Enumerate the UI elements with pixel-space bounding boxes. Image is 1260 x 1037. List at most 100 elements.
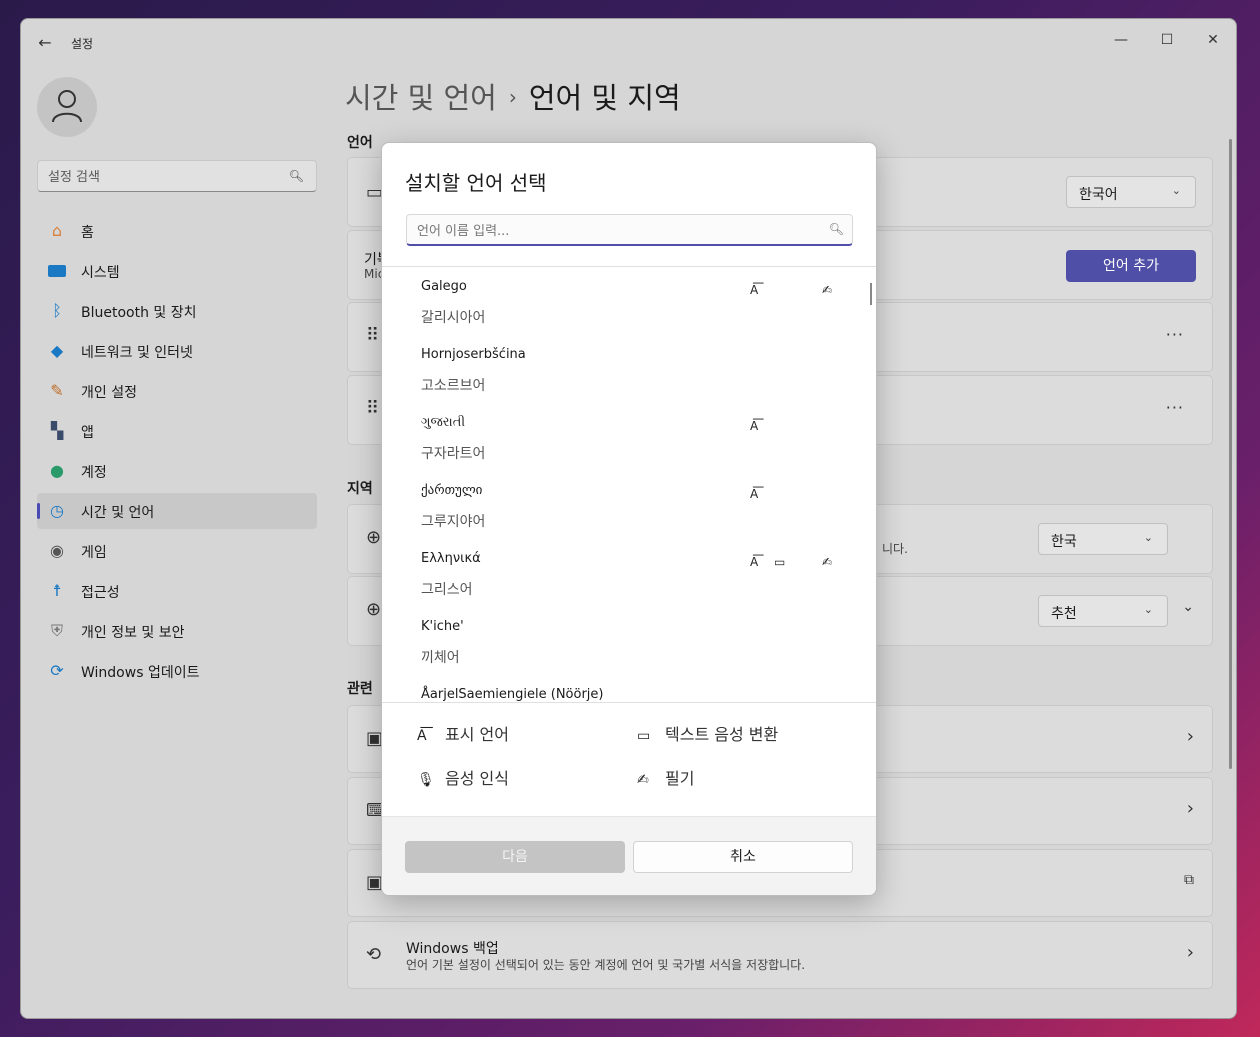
list-item[interactable]: ქართული 그루지야어 A͞ — [382, 471, 876, 539]
language-native-name: ქართული — [421, 483, 483, 498]
chevron-right-icon: › — [1186, 726, 1194, 747]
language-list[interactable]: Galego 갈리시아어 A͞ ✍ Hornjoserbšćina 고소르브어 … — [382, 266, 876, 703]
settings-search[interactable]: 🔍︎ — [37, 160, 317, 192]
language-native-name: ÅarjelSaemiengiele (Nöörje) — [421, 687, 604, 702]
display-language-icon: A͞ — [417, 728, 427, 744]
maximize-button[interactable]: ☐ — [1144, 25, 1190, 55]
shield-icon: ⛨ — [50, 621, 63, 640]
drag-handle-icon[interactable]: ⠿ — [366, 325, 379, 346]
country-region-desc: 니다. — [882, 542, 908, 556]
cancel-button[interactable]: 취소 — [633, 841, 853, 873]
close-button[interactable]: ✕ — [1190, 25, 1236, 55]
next-button[interactable]: 다음 — [405, 841, 625, 873]
legend-label: 텍스트 음성 변환 — [665, 725, 779, 744]
legend-text-to-speech: ▭ 텍스트 음성 변환 — [637, 721, 778, 745]
update-icon: ⟳ — [50, 661, 64, 680]
display-language-icon: A͞ — [750, 487, 759, 501]
add-language-button[interactable]: 언어 추가 — [1066, 250, 1196, 282]
sidebar-item-windows-update[interactable]: ⟳ Windows 업데이트 — [37, 653, 317, 689]
language-native-name: Galego — [421, 279, 467, 294]
wifi-icon: ◆ — [50, 341, 64, 360]
handwriting-icon: ✍ — [822, 555, 833, 569]
choose-language-dialog: 설치할 언어 선택 🔍︎ Galego 갈리시아어 A͞ ✍ Hornjoser… — [381, 142, 877, 896]
format-dropdown[interactable]: 추천 ⌄ — [1038, 595, 1168, 627]
language-search[interactable]: 🔍︎ — [406, 214, 853, 246]
sidebar-item-label: 시간 및 언어 — [81, 505, 155, 521]
sidebar-item-label: Windows 업데이트 — [81, 665, 200, 681]
system-icon — [47, 261, 67, 281]
sidebar-item-system[interactable]: 시스템 — [37, 253, 317, 289]
display-language-icon: A͞ — [750, 283, 759, 297]
list-item[interactable]: K'iche' 끼체어 — [382, 607, 876, 675]
country-dropdown[interactable]: 한국 ⌄ — [1038, 523, 1168, 555]
more-options-icon[interactable]: ··· — [1166, 325, 1184, 344]
language-korean-name: 갈리시아어 — [421, 310, 486, 326]
language-native-name: Hornjoserbšćina — [421, 347, 526, 362]
sidebar-item-label: 개인 설정 — [81, 385, 137, 401]
settings-search-input[interactable] — [48, 167, 278, 187]
minimize-button[interactable]: — — [1098, 25, 1144, 55]
language-native-name: K'iche' — [421, 619, 464, 634]
list-scrollbar[interactable] — [870, 283, 872, 305]
search-icon: 🔍︎ — [828, 222, 844, 236]
accessibility-icon: ☨ — [52, 581, 62, 600]
main-scrollbar[interactable] — [1229, 139, 1232, 769]
breadcrumb: 시간 및 언어 › 언어 및 지역 — [345, 75, 681, 117]
sidebar-item-time-language[interactable]: ◷ 시간 및 언어 — [37, 493, 317, 529]
chevron-right-icon: › — [1186, 942, 1194, 963]
sidebar-item-apps[interactable]: ▚ 앱 — [37, 413, 317, 449]
expand-chevron-icon[interactable]: ⌄ — [1182, 599, 1194, 615]
app-title: 설정 — [71, 37, 94, 51]
section-region-heading: 지역 — [347, 481, 373, 497]
home-icon: ⌂ — [51, 221, 63, 240]
sidebar-item-bluetooth[interactable]: ᛒ Bluetooth 및 장치 — [37, 293, 317, 329]
display-language-value: 한국어 — [1079, 187, 1118, 203]
list-item[interactable]: ÅarjelSaemiengiele (Nöörje) — [382, 675, 876, 702]
country-value: 한국 — [1051, 534, 1077, 550]
language-korean-name: 끼체어 — [421, 650, 460, 666]
globe-icon: ⊕ — [366, 527, 382, 548]
sidebar-nav: ⌂ 홈 시스템 ᛒ Bluetooth 및 장치 ◆ 네트워크 및 인터넷 ✎ … — [37, 213, 317, 693]
section-related-heading: 관련 — [347, 681, 373, 697]
sidebar-item-accessibility[interactable]: ☨ 접근성 — [37, 573, 317, 609]
language-korean-name: 구자라트어 — [421, 446, 486, 462]
language-korean-name: 그루지야어 — [421, 514, 486, 530]
sidebar-item-gaming[interactable]: ◉ 게임 — [37, 533, 317, 569]
list-item[interactable]: Galego 갈리시아어 A͞ ✍ — [382, 267, 876, 335]
sidebar-item-personalization[interactable]: ✎ 개인 설정 — [37, 373, 317, 409]
chevron-down-icon: ⌄ — [1143, 603, 1153, 616]
display-language-dropdown[interactable]: 한국어 ⌄ — [1066, 176, 1196, 208]
sidebar-item-home[interactable]: ⌂ 홈 — [37, 213, 317, 249]
dialog-title: 설치할 언어 선택 — [405, 171, 547, 195]
sidebar-item-network[interactable]: ◆ 네트워크 및 인터넷 — [37, 333, 317, 369]
brush-icon: ✎ — [50, 381, 64, 400]
chevron-right-icon: › — [1186, 798, 1194, 819]
search-icon: 🔍︎ — [288, 169, 304, 183]
legend-handwriting: ✍ 필기 — [637, 765, 694, 789]
handwriting-icon: ✍ — [637, 772, 649, 788]
language-search-input[interactable] — [417, 221, 817, 241]
list-item[interactable]: Hornjoserbšćina 고소르브어 — [382, 335, 876, 403]
drag-handle-icon[interactable]: ⠿ — [366, 398, 379, 419]
sidebar-item-label: 시스템 — [81, 265, 120, 281]
more-options-icon[interactable]: ··· — [1166, 398, 1184, 417]
language-native-name: ગુજરાતી — [421, 415, 466, 430]
sidebar-item-privacy[interactable]: ⛨ 개인 정보 및 보안 — [37, 613, 317, 649]
sidebar-item-accounts[interactable]: ● 계정 — [37, 453, 317, 489]
legend-label: 필기 — [665, 769, 695, 788]
list-item[interactable]: ગુજરાતી 구자라트어 A͞ — [382, 403, 876, 471]
list-item[interactable]: Ελληνικά 그리스어 A͞ ▭ ✍ — [382, 539, 876, 607]
avatar[interactable] — [37, 77, 97, 137]
legend-label: 음성 인식 — [445, 769, 509, 788]
format-value: 추천 — [1051, 606, 1077, 622]
back-arrow-icon[interactable]: ← — [35, 33, 55, 53]
handwriting-icon: ✍ — [822, 283, 833, 297]
legend-speech-recognition: 🎙︎ 음성 인식 — [417, 765, 509, 789]
windows-backup-card[interactable]: ⟲ Windows 백업 언어 기본 설정이 선택되어 있는 동안 계정에 언어… — [347, 921, 1213, 989]
sidebar-item-label: 접근성 — [81, 585, 120, 601]
feature-legend: A͞ 표시 언어 ▭ 텍스트 음성 변환 🎙︎ 음성 인식 ✍ 필기 — [382, 703, 876, 816]
sidebar-item-label: 홈 — [81, 225, 94, 241]
breadcrumb-parent[interactable]: 시간 및 언어 — [345, 81, 497, 115]
chevron-down-icon: ⌄ — [1143, 531, 1153, 544]
gaming-icon: ◉ — [50, 541, 64, 560]
